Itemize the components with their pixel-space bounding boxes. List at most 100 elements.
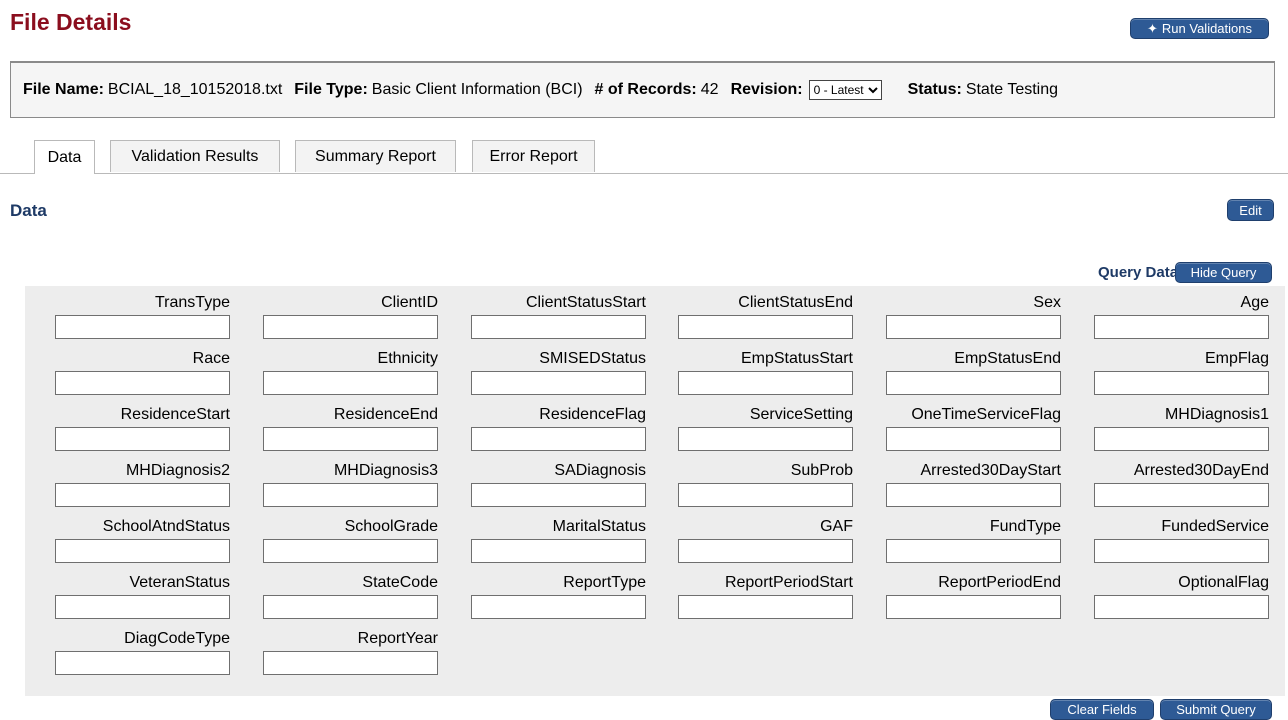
records-label: # of Records: bbox=[594, 81, 697, 98]
tab-bar: Data Validation Results Summary Report E… bbox=[0, 140, 1288, 174]
query-field-label: ClientStatusEnd bbox=[738, 294, 853, 311]
runner-icon: ✦ bbox=[1147, 20, 1158, 36]
query-field-fundedservice: FundedService bbox=[1094, 518, 1269, 563]
query-field-servicesetting: ServiceSetting bbox=[678, 406, 853, 451]
query-field-input[interactable] bbox=[55, 651, 230, 675]
query-field-label: Race bbox=[192, 350, 230, 367]
query-field-label: Age bbox=[1240, 294, 1269, 311]
query-field-optionalflag: OptionalFlag bbox=[1094, 574, 1269, 619]
query-field-input[interactable] bbox=[1094, 371, 1269, 395]
hide-query-button[interactable]: Hide Query bbox=[1175, 262, 1272, 283]
query-panel: TransType ClientID ClientStatusStart Client… bbox=[25, 286, 1285, 696]
query-field-fundtype: FundType bbox=[886, 518, 1061, 563]
run-validations-label: Run Validations bbox=[1161, 21, 1252, 36]
query-field-ethnicity: Ethnicity bbox=[263, 350, 438, 395]
records-info: # of Records: 42 bbox=[595, 81, 719, 99]
query-field-label: ResidenceStart bbox=[120, 406, 230, 423]
query-field-input[interactable] bbox=[263, 651, 438, 675]
query-field-input[interactable] bbox=[471, 371, 646, 395]
query-field-input[interactable] bbox=[886, 315, 1061, 339]
query-field-label: ReportPeriodEnd bbox=[938, 574, 1061, 591]
query-field-input[interactable] bbox=[471, 595, 646, 619]
query-field-input[interactable] bbox=[55, 539, 230, 563]
query-field-input[interactable] bbox=[678, 427, 853, 451]
query-field-label: OptionalFlag bbox=[1178, 574, 1269, 591]
query-field-input[interactable] bbox=[55, 371, 230, 395]
query-field-input[interactable] bbox=[678, 315, 853, 339]
query-field-label: ReportYear bbox=[357, 630, 438, 647]
status-label: Status: bbox=[907, 81, 962, 98]
tab-summary-report[interactable]: Summary Report bbox=[295, 140, 456, 172]
revision-info: Revision: 0 - Latest bbox=[731, 80, 882, 100]
query-field-input[interactable] bbox=[55, 315, 230, 339]
query-field-arrested30daystart: Arrested30DayStart bbox=[886, 462, 1061, 507]
query-field-label: ClientStatusStart bbox=[525, 294, 646, 311]
query-field-input[interactable] bbox=[471, 315, 646, 339]
query-field-input[interactable] bbox=[678, 371, 853, 395]
status-info: Status: State Testing bbox=[908, 81, 1058, 99]
revision-label: Revision: bbox=[730, 81, 803, 98]
tab-error-report[interactable]: Error Report bbox=[472, 140, 595, 172]
query-field-label: DiagCodeType bbox=[124, 630, 230, 647]
query-field-input[interactable] bbox=[1094, 595, 1269, 619]
query-field-label: SchoolAtndStatus bbox=[102, 518, 230, 535]
query-field-label: Arrested30DayEnd bbox=[1133, 462, 1269, 479]
query-field-input[interactable] bbox=[263, 539, 438, 563]
tab-data[interactable]: Data bbox=[34, 140, 95, 174]
submit-query-button[interactable]: Submit Query bbox=[1160, 699, 1272, 720]
query-field-input[interactable] bbox=[886, 427, 1061, 451]
revision-select[interactable]: 0 - Latest bbox=[808, 80, 882, 100]
query-field-empflag: EmpFlag bbox=[1094, 350, 1269, 395]
query-field-residencestart: ResidenceStart bbox=[55, 406, 230, 451]
query-field-arrested30dayend: Arrested30DayEnd bbox=[1094, 462, 1269, 507]
query-field-label: ReportPeriodStart bbox=[724, 574, 853, 591]
file-name-label: File Name: bbox=[23, 81, 104, 98]
query-field-input[interactable] bbox=[471, 427, 646, 451]
query-field-input[interactable] bbox=[1094, 427, 1269, 451]
query-field-input[interactable] bbox=[886, 371, 1061, 395]
query-field-input[interactable] bbox=[886, 539, 1061, 563]
query-field-input[interactable] bbox=[263, 315, 438, 339]
query-field-input[interactable] bbox=[471, 483, 646, 507]
query-field-label: SubProb bbox=[790, 462, 853, 479]
query-field-input[interactable] bbox=[1094, 315, 1269, 339]
query-field-transtype: TransType bbox=[55, 294, 230, 339]
query-field-label: Arrested30DayStart bbox=[920, 462, 1061, 479]
query-field-input[interactable] bbox=[886, 483, 1061, 507]
query-field-input[interactable] bbox=[55, 427, 230, 451]
query-field-label: SADiagnosis bbox=[554, 462, 646, 479]
tab-validation-results[interactable]: Validation Results bbox=[110, 140, 280, 172]
query-field-input[interactable] bbox=[678, 595, 853, 619]
query-field-veteranstatus: VeteranStatus bbox=[55, 574, 230, 619]
query-field-label: SMISEDStatus bbox=[539, 350, 646, 367]
file-name-info: File Name: BCIAL_18_10152018.txt bbox=[23, 81, 282, 99]
clear-fields-button[interactable]: Clear Fields bbox=[1050, 699, 1154, 720]
query-field-sex: Sex bbox=[886, 294, 1061, 339]
query-field-input[interactable] bbox=[263, 595, 438, 619]
query-field-smisedstatus: SMISEDStatus bbox=[471, 350, 646, 395]
query-field-input[interactable] bbox=[886, 595, 1061, 619]
query-field-input[interactable] bbox=[678, 539, 853, 563]
query-field-onetimeserviceflag: OneTimeServiceFlag bbox=[886, 406, 1061, 451]
edit-button[interactable]: Edit bbox=[1227, 199, 1274, 221]
query-field-input[interactable] bbox=[1094, 483, 1269, 507]
file-type-label: File Type: bbox=[294, 81, 368, 98]
query-field-label: FundedService bbox=[1161, 518, 1269, 535]
query-field-input[interactable] bbox=[263, 427, 438, 451]
query-field-input[interactable] bbox=[471, 539, 646, 563]
query-field-reportperiodend: ReportPeriodEnd bbox=[886, 574, 1061, 619]
query-field-input[interactable] bbox=[263, 483, 438, 507]
query-field-input[interactable] bbox=[1094, 539, 1269, 563]
query-field-label: Sex bbox=[1033, 294, 1061, 311]
query-field-clientid: ClientID bbox=[263, 294, 438, 339]
query-field-reporttype: ReportType bbox=[471, 574, 646, 619]
query-field-statecode: StateCode bbox=[263, 574, 438, 619]
query-field-input[interactable] bbox=[55, 483, 230, 507]
query-field-label: GAF bbox=[820, 518, 853, 535]
query-field-empstatusend: EmpStatusEnd bbox=[886, 350, 1061, 395]
query-field-input[interactable] bbox=[55, 595, 230, 619]
query-field-residenceend: ResidenceEnd bbox=[263, 406, 438, 451]
run-validations-button[interactable]: ✦ Run Validations bbox=[1130, 18, 1269, 39]
query-field-input[interactable] bbox=[263, 371, 438, 395]
query-field-input[interactable] bbox=[678, 483, 853, 507]
